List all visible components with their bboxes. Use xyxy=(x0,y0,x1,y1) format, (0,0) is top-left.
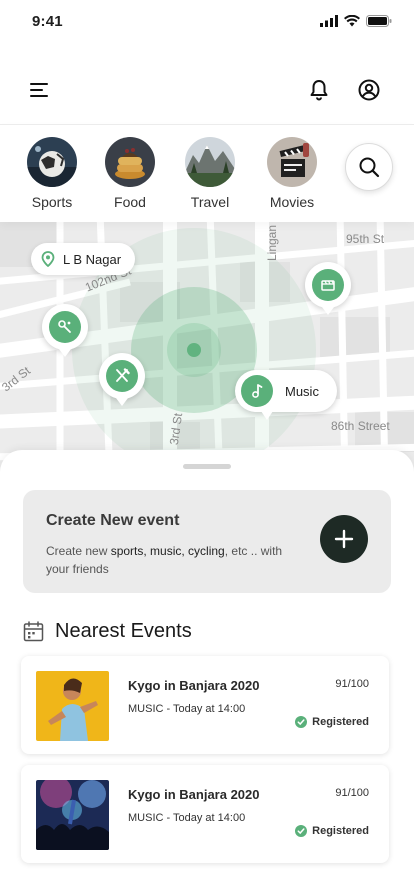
status-bar: 9:41 xyxy=(0,0,414,44)
event-name: Kygo in Banjara 2020 xyxy=(128,678,260,693)
category-bar: Sports Food Travel Movies xyxy=(0,124,414,222)
category-label: Movies xyxy=(269,194,315,210)
search-button[interactable] xyxy=(345,143,393,191)
check-icon xyxy=(295,825,308,837)
status-label: Registered xyxy=(312,825,369,837)
street-label: Lingan xyxy=(265,224,280,262)
event-image xyxy=(36,671,109,741)
music-note-icon xyxy=(252,384,263,398)
movies-thumbnail xyxy=(267,137,317,187)
status-time: 9:41 xyxy=(32,13,63,30)
sports-thumbnail xyxy=(27,137,77,187)
badminton-icon xyxy=(58,320,71,333)
event-image xyxy=(36,780,109,850)
location-label: L B Nagar xyxy=(63,251,122,267)
map-view[interactable]: 95th St 102nd St 3rd St 3rd St 86th Stre… xyxy=(0,222,414,472)
food-thumbnail xyxy=(105,137,155,187)
status-badge: Registered xyxy=(295,716,369,728)
check-icon xyxy=(295,716,308,728)
desc-prefix: Create new xyxy=(46,544,111,558)
music-dot xyxy=(241,375,273,407)
create-event-card[interactable]: Create New event Create new sports, musi… xyxy=(23,490,391,593)
calendar-icon xyxy=(23,620,44,641)
event-card[interactable]: Kygo in Banjara 2020 MUSIC - Today at 14… xyxy=(21,765,389,863)
wifi-icon xyxy=(344,15,360,27)
category-movies[interactable]: Movies xyxy=(257,137,327,210)
music-label: Music xyxy=(285,383,319,399)
category-sports[interactable]: Sports xyxy=(17,137,87,210)
event-category-time: MUSIC - Today at 14:00 xyxy=(128,812,246,824)
create-event-title: Create New event xyxy=(46,512,180,529)
film-icon xyxy=(321,280,335,291)
street-label: 95th St xyxy=(346,232,385,246)
event-card[interactable]: Kygo in Banjara 2020 MUSIC - Today at 14… xyxy=(21,656,389,754)
bell-icon[interactable] xyxy=(307,78,331,102)
bottom-sheet: Create New event Create new sports, musi… xyxy=(0,450,414,896)
location-pin-icon xyxy=(41,251,55,267)
map-pin-food[interactable] xyxy=(99,353,145,406)
menu-icon[interactable] xyxy=(28,78,52,102)
create-event-description: Create new sports, music, cycling, etc .… xyxy=(46,542,296,578)
fork-knife-icon xyxy=(116,368,130,382)
desc-highlight: sports, music, cycling xyxy=(110,544,225,558)
category-travel[interactable]: Travel xyxy=(175,137,245,210)
event-score: 91/100 xyxy=(335,787,369,799)
map-pin-sports[interactable] xyxy=(42,304,88,357)
event-category-time: MUSIC - Today at 14:00 xyxy=(128,703,246,715)
signal-icon xyxy=(320,15,338,27)
map-pin-movies[interactable] xyxy=(305,262,351,315)
status-badge: Registered xyxy=(295,825,369,837)
category-food[interactable]: Food xyxy=(95,137,165,210)
top-bar xyxy=(0,66,414,114)
category-label: Food xyxy=(114,194,146,210)
travel-thumbnail xyxy=(185,137,235,187)
search-icon xyxy=(359,157,380,178)
user-circle-icon[interactable] xyxy=(357,78,381,102)
add-event-button[interactable] xyxy=(320,515,368,563)
map-pin-music[interactable]: Music xyxy=(235,370,337,420)
category-label: Travel xyxy=(190,194,230,210)
event-score: 91/100 xyxy=(335,678,369,690)
street-label: 86th Street xyxy=(331,419,390,433)
status-label: Registered xyxy=(312,716,369,728)
battery-icon xyxy=(366,15,392,27)
location-chip[interactable]: L B Nagar xyxy=(31,243,136,275)
nearest-events-header: Nearest Events xyxy=(23,618,192,644)
app-screen: 9:41 Sports Food Travel Movies 95th St 1… xyxy=(0,0,414,896)
status-icons xyxy=(320,15,392,27)
event-name: Kygo in Banjara 2020 xyxy=(128,787,260,802)
section-title: Nearest Events xyxy=(55,619,192,642)
sheet-drag-handle[interactable] xyxy=(183,464,231,469)
plus-icon xyxy=(334,529,354,549)
category-label: Sports xyxy=(31,194,73,210)
